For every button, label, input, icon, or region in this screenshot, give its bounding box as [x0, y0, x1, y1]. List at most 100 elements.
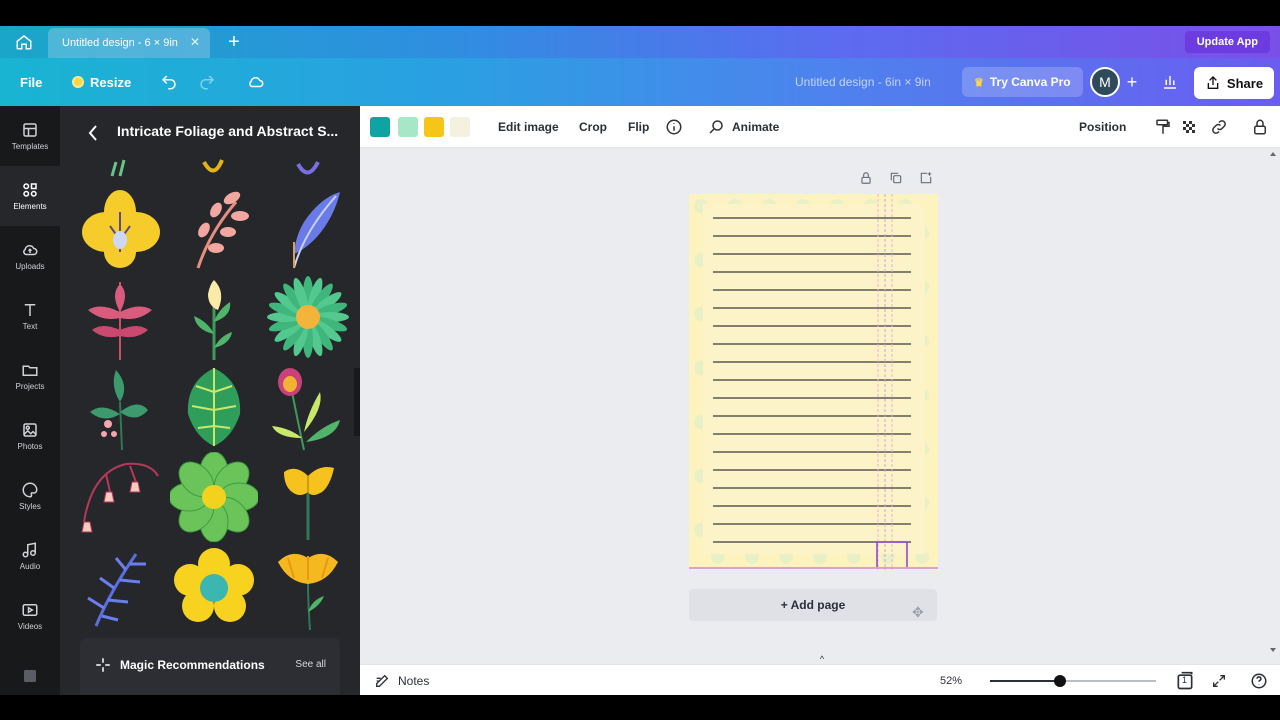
notes-button[interactable]: Notes — [374, 665, 429, 696]
context-toolbar: Edit image Crop Flip Animate Position — [360, 106, 1280, 148]
canvas-area: + Add page ✥ ^ — [360, 148, 1280, 664]
element-thumb-yellow-flower[interactable] — [76, 182, 164, 272]
home-icon — [16, 35, 32, 50]
element-thumb-red-leaf[interactable] — [76, 272, 164, 362]
color-swatch-2[interactable] — [398, 117, 418, 137]
element-thumb[interactable] — [264, 156, 352, 180]
cloud-icon — [249, 76, 264, 88]
element-thumb-monstera[interactable] — [170, 362, 258, 452]
see-all-link[interactable]: See all — [295, 659, 326, 670]
lock-icon — [861, 172, 871, 184]
element-thumb-green-daisy[interactable] — [264, 272, 352, 362]
crown-icon: ♛ — [974, 76, 984, 89]
rail-label: Photos — [17, 442, 43, 451]
rail-label: Templates — [11, 142, 49, 151]
collection-title: Intricate Foliage and Abstract S... — [117, 123, 339, 139]
animate-button[interactable]: Animate — [732, 106, 779, 148]
element-thumb-yellow-tulip[interactable] — [264, 452, 352, 542]
rail-label: Styles — [19, 502, 41, 511]
rail-item-projects[interactable]: Projects — [0, 346, 60, 406]
drag-handle-icon[interactable]: ✥ — [912, 604, 926, 620]
element-thumb[interactable] — [76, 156, 164, 180]
add-collaborator-button[interactable]: + — [1124, 70, 1140, 94]
update-app-button[interactable]: Update App — [1184, 31, 1270, 53]
new-tab-button[interactable]: + — [222, 30, 246, 54]
back-button[interactable] — [86, 123, 106, 143]
zoom-slider-fill — [990, 680, 1060, 682]
crop-button[interactable]: Crop — [579, 106, 607, 148]
close-icon[interactable]: ✕ — [190, 35, 200, 49]
lock-button[interactable] — [1249, 116, 1271, 138]
redo-button[interactable] — [198, 58, 216, 106]
share-icon — [1207, 76, 1219, 89]
insights-button[interactable] — [1158, 70, 1182, 94]
design-tab[interactable]: Untitled design - 6 × 9in ✕ — [48, 28, 210, 58]
design-page[interactable] — [689, 194, 938, 570]
lined-paper-graphic[interactable] — [689, 194, 938, 570]
fullscreen-button[interactable] — [1208, 670, 1230, 692]
chevron-up-icon[interactable]: ^ — [816, 654, 828, 664]
zoom-slider-thumb[interactable] — [1053, 675, 1066, 687]
help-button[interactable] — [1248, 670, 1270, 692]
notes-label: Notes — [398, 673, 430, 688]
rail-item-text[interactable]: Text — [0, 286, 60, 346]
element-thumb-pink-bud[interactable] — [264, 362, 352, 452]
document-title[interactable]: Untitled design - 6in × 9in — [795, 58, 931, 106]
element-thumb-green-sprig[interactable] — [76, 362, 164, 452]
share-button[interactable]: Share — [1194, 67, 1274, 99]
element-thumb-orange-flower[interactable] — [264, 542, 352, 632]
transparency-button[interactable] — [1178, 116, 1200, 138]
rail-item-audio[interactable]: Audio — [0, 526, 60, 586]
element-thumb-green-flower[interactable] — [168, 451, 260, 543]
element-thumb[interactable] — [170, 156, 258, 180]
flip-button[interactable]: Flip — [628, 106, 649, 148]
element-thumb-blue-fern[interactable] — [76, 542, 164, 632]
page-lock-button[interactable] — [856, 168, 876, 188]
color-swatch-1[interactable] — [370, 117, 390, 137]
color-swatch-3[interactable] — [424, 117, 444, 137]
cloud-save-button[interactable] — [246, 58, 266, 106]
element-thumb-pink-branch[interactable] — [170, 182, 258, 272]
paint-format-button[interactable] — [1152, 116, 1174, 138]
add-page-icon-button[interactable] — [916, 168, 936, 188]
daisy-center — [296, 305, 320, 329]
try-canva-pro-button[interactable]: ♛ Try Canva Pro — [962, 67, 1083, 97]
rail-item-styles[interactable]: Styles — [0, 466, 60, 526]
rail-item-templates[interactable]: Templates — [0, 106, 60, 166]
add-page-button[interactable]: + Add page — [689, 589, 937, 621]
info-button[interactable] — [663, 116, 685, 138]
file-menu-button[interactable]: File — [20, 58, 42, 106]
avatar[interactable]: M — [1090, 67, 1120, 97]
vertical-scrollbar[interactable] — [1270, 152, 1276, 652]
sparkle-icon — [94, 656, 112, 674]
page-count-button[interactable]: 1 — [1174, 670, 1196, 692]
link-icon — [1212, 120, 1226, 134]
undo-button[interactable] — [160, 58, 178, 106]
cloud-upload-icon — [23, 244, 38, 256]
plus-icon: + — [228, 30, 240, 53]
flower-center — [202, 485, 226, 509]
rail-item-uploads[interactable]: Uploads — [0, 226, 60, 286]
position-button[interactable]: Position — [1079, 106, 1126, 148]
element-thumb-yellow-teal-flower[interactable] — [170, 542, 258, 632]
duplicate-page-button[interactable] — [886, 168, 906, 188]
element-thumb-calla-lily[interactable] — [170, 272, 258, 362]
elements-panel: Intricate Foliage and Abstract S... Magi… — [60, 106, 360, 695]
link-button[interactable] — [1208, 116, 1230, 138]
rail-label: Text — [22, 322, 38, 331]
rail-item-videos[interactable]: Videos — [0, 586, 60, 646]
element-thumb-blue-feather[interactable] — [264, 182, 352, 272]
resize-button[interactable]: Resize — [72, 58, 131, 106]
resize-label: Resize — [90, 74, 132, 90]
animate-icon-wrap[interactable] — [705, 116, 727, 138]
zoom-percent[interactable]: 52% — [940, 665, 962, 696]
help-icon — [1251, 673, 1267, 689]
rail-item-photos[interactable]: Photos — [0, 406, 60, 466]
zoom-slider[interactable] — [990, 675, 1156, 687]
expand-icon — [1213, 675, 1225, 687]
rail-item-elements[interactable]: Elements — [0, 166, 60, 226]
element-thumb-bellflowers[interactable] — [76, 452, 164, 542]
color-swatch-4[interactable] — [450, 117, 470, 137]
home-button[interactable] — [10, 30, 38, 54]
edit-image-button[interactable]: Edit image — [498, 106, 559, 148]
